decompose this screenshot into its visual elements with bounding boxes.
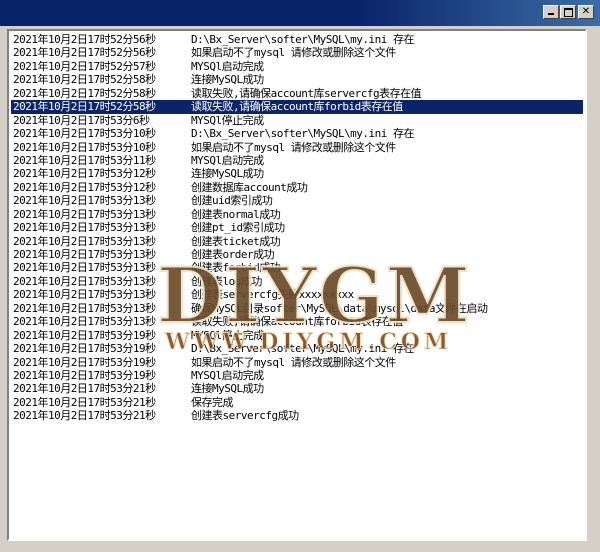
log-timestamp: 2021年10月2日17时53分21秒: [13, 382, 156, 396]
log-message: 连接MySQL成功: [191, 167, 264, 181]
log-message: MYSQl停止完成: [191, 328, 264, 342]
log-message: 读取失败,请确保account库forbid表存在值: [191, 100, 403, 114]
log-message: 创建表normal成功: [191, 207, 281, 221]
log-row[interactable]: 2021年10月2日17时52分56秒 如果启动不了mysql 请修改或删除这个文…: [11, 46, 583, 59]
log-message: 创建数据库account成功: [191, 180, 308, 194]
log-message: 创建表ticket成功: [191, 234, 281, 248]
log-message: 如果启动不了mysql 请修改或删除这个文件: [191, 355, 396, 369]
log-timestamp: 2021年10月2日17时53分19秒: [13, 342, 156, 356]
log-timestamp: 2021年10月2日17时52分56秒: [13, 33, 156, 46]
log-message: 创建表servercfg成功: [191, 409, 299, 423]
log-timestamp: 2021年10月2日17时53分12秒: [13, 180, 156, 194]
log-timestamp: 2021年10月2日17时52分58秒: [13, 100, 156, 114]
log-timestamp: 2021年10月2日17时53分13秒: [13, 207, 156, 221]
close-icon: ✕: [581, 6, 591, 17]
log-listbox[interactable]: 2021年10月2日17时52分56秒 D:\Bx_Server\softer\M…: [7, 29, 587, 541]
log-timestamp: 2021年10月2日17时53分13秒: [13, 194, 156, 208]
log-message: MYSQl启动完成: [191, 368, 264, 382]
log-timestamp: 2021年10月2日17时53分13秒: [13, 261, 156, 275]
log-message: 连接MySQL成功: [191, 382, 264, 396]
log-message: 读取失败,请确保account库forbid表存在值: [191, 315, 403, 329]
log-timestamp: 2021年10月2日17时53分11秒: [13, 153, 156, 167]
log-message: 如果启动不了mysql 请修改或删除这个文件: [191, 46, 396, 60]
log-message: 确保MySQL目录softer\MySQL\data\mysql\data文件在…: [191, 301, 488, 315]
log-list: 2021年10月2日17时52分56秒 D:\Bx_Server\softer\M…: [11, 33, 583, 423]
log-timestamp: 2021年10月2日17时53分6秒: [13, 113, 150, 127]
log-message: 创建pt_id索引成功: [191, 221, 285, 235]
log-timestamp: 2021年10月2日17时53分13秒: [13, 315, 156, 329]
log-timestamp: 2021年10月2日17时53分19秒: [13, 328, 156, 342]
log-timestamp: 2021年10月2日17时53分13秒: [13, 274, 156, 288]
log-row[interactable]: 2021年10月2日17时53分6秒 MYSQl停止完成: [11, 114, 583, 127]
log-timestamp: 2021年10月2日17时52分58秒: [13, 73, 156, 87]
log-timestamp: 2021年10月2日17时53分19秒: [13, 355, 156, 369]
log-timestamp: 2021年10月2日17时53分21秒: [13, 409, 156, 423]
log-row[interactable]: 2021年10月2日17时53分19秒 MYSQl启动完成: [11, 369, 583, 382]
log-row[interactable]: 2021年10月2日17时53分21秒 连接MySQL成功: [11, 382, 583, 395]
log-timestamp: 2021年10月2日17时53分12秒: [13, 167, 156, 181]
log-row[interactable]: 2021年10月2日17时53分12秒 创建数据库account成功: [11, 181, 583, 194]
log-message: 如果启动不了mysql 请修改或删除这个文件: [191, 140, 396, 154]
maximize-button[interactable]: [560, 5, 576, 19]
log-row[interactable]: 2021年10月2日17时53分13秒 创建表order成功: [11, 248, 583, 261]
log-timestamp: 2021年10月2日17时53分13秒: [13, 248, 156, 261]
log-row[interactable]: 2021年10月2日17时53分19秒 MYSQl停止完成: [11, 329, 583, 342]
log-row[interactable]: 2021年10月2日17时53分12秒 连接MySQL成功: [11, 167, 583, 180]
log-row[interactable]: 2021年10月2日17时53分13秒 创建表log成功: [11, 275, 583, 288]
bottom-border: [0, 544, 600, 552]
log-message: D:\Bx_Server\softer\MySQL\my.ini 存在: [191, 127, 415, 141]
log-row[interactable]: 2021年10月2日17时53分21秒 保存完成: [11, 396, 583, 409]
log-row[interactable]: 2021年10月2日17时53分13秒 创建pt_id索引成功: [11, 221, 583, 234]
log-message: 创建uid索引成功: [191, 194, 273, 208]
log-timestamp: 2021年10月2日17时53分10秒: [13, 140, 156, 154]
log-message: 读取失败,请确保account库servercfg表存在值: [191, 86, 422, 100]
log-row[interactable]: 2021年10月2日17时52分57秒 MYSQl启动完成: [11, 60, 583, 73]
log-row[interactable]: 2021年10月2日17时52分58秒 读取失败,请确保account库forbi…: [11, 100, 583, 114]
log-row[interactable]: 2021年10月2日17时53分13秒 创建表normal成功: [11, 208, 583, 221]
log-message: D:\Bx_Server\softer\MySQL\my.ini 存在: [191, 33, 415, 46]
log-timestamp: 2021年10月2日17时53分13秒: [13, 221, 156, 235]
log-message: MYSQl停止完成: [191, 113, 264, 127]
log-row[interactable]: 2021年10月2日17时53分11秒 MYSQl启动完成: [11, 154, 583, 167]
log-row[interactable]: 2021年10月2日17时53分10秒 D:\Bx_Server\softer\M…: [11, 127, 583, 140]
log-message: 创建表log成功: [191, 274, 262, 288]
log-message: 创建表forbid成功: [191, 261, 281, 275]
log-message: MYSQl启动完成: [191, 153, 264, 167]
log-row[interactable]: 2021年10月2日17时53分10秒 如果启动不了mysql 请修改或删除这个文…: [11, 141, 583, 154]
log-row[interactable]: 2021年10月2日17时53分13秒 创建表ticket成功: [11, 235, 583, 248]
log-row[interactable]: 2021年10月2日17时53分13秒 创建表forbid成功: [11, 261, 583, 274]
minimize-button[interactable]: [543, 5, 559, 19]
log-timestamp: 2021年10月2日17时52分58秒: [13, 86, 156, 100]
log-row[interactable]: 2021年10月2日17时52分58秒 连接MySQL成功: [11, 73, 583, 86]
log-row[interactable]: 2021年10月2日17时53分13秒 创建表servercfg失败xxxxxxx…: [11, 288, 583, 301]
log-row[interactable]: 2021年10月2日17时53分13秒 创建uid索引成功: [11, 194, 583, 207]
log-timestamp: 2021年10月2日17时53分13秒: [13, 288, 156, 302]
log-timestamp: 2021年10月2日17时53分10秒: [13, 127, 156, 141]
log-timestamp: 2021年10月2日17时53分13秒: [13, 234, 156, 248]
log-row[interactable]: 2021年10月2日17时53分13秒 读取失败,请确保account库forbi…: [11, 315, 583, 328]
log-timestamp: 2021年10月2日17时53分19秒: [13, 368, 156, 382]
log-message: 连接MySQL成功: [191, 73, 264, 87]
log-timestamp: 2021年10月2日17时53分13秒: [13, 301, 156, 315]
log-timestamp: 2021年10月2日17时52分57秒: [13, 59, 156, 73]
log-message: 保存完成: [191, 395, 234, 409]
log-message: MYSQl启动完成: [191, 59, 264, 73]
log-row[interactable]: 2021年10月2日17时53分13秒 确保MySQL目录softer\MySQL…: [11, 302, 583, 315]
close-button[interactable]: ✕: [578, 5, 594, 19]
log-message: 创建表order成功: [191, 248, 275, 261]
log-row[interactable]: 2021年10月2日17时52分56秒 D:\Bx_Server\softer\M…: [11, 33, 583, 46]
log-timestamp: 2021年10月2日17时53分21秒: [13, 395, 156, 409]
log-timestamp: 2021年10月2日17时52分56秒: [13, 46, 156, 60]
log-row[interactable]: 2021年10月2日17时53分19秒 如果启动不了mysql 请修改或删除这个文…: [11, 356, 583, 369]
title-bar: ✕: [0, 0, 600, 26]
log-row[interactable]: 2021年10月2日17时53分19秒 D:\Bx_Server\softer\M…: [11, 342, 583, 355]
log-message: D:\Bx_Server\softer\MySQL\my.ini 存在: [191, 342, 415, 356]
log-message: 创建表servercfg失败xxxxxxxxx: [191, 288, 354, 302]
log-row[interactable]: 2021年10月2日17时52分58秒 读取失败,请确保account库serve…: [11, 87, 583, 100]
log-row[interactable]: 2021年10月2日17时53分21秒 创建表servercfg成功: [11, 409, 583, 422]
